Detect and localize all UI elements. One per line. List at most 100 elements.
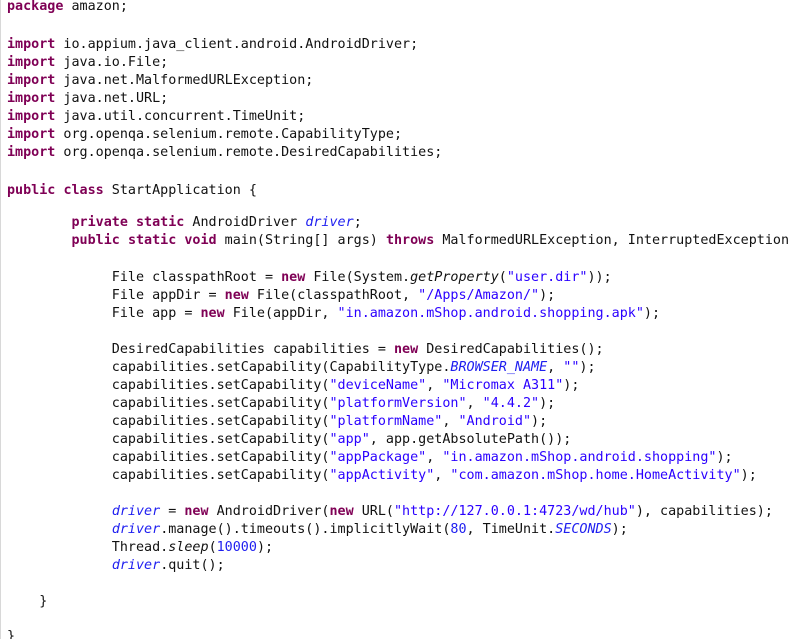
code-text: Thread.: [7, 540, 169, 555]
code-text: .quit();: [160, 558, 225, 573]
code-text: File(classpathRoot,: [248, 288, 419, 303]
code-keyword: private: [71, 215, 128, 230]
code-line[interactable]: import java.net.MalformedURLException;: [7, 72, 800, 90]
code-keyword: new: [281, 270, 306, 285]
code-keyword: new: [224, 288, 249, 303]
code-text: ,: [426, 450, 443, 465]
code-line[interactable]: }: [7, 593, 800, 611]
code-text: );: [611, 522, 628, 537]
code-string: "platformName": [329, 414, 443, 429]
code-line[interactable]: File appDir = new File(classpathRoot, "/…: [7, 287, 800, 305]
code-line[interactable]: capabilities.setCapability(CapabilityTyp…: [7, 359, 800, 377]
code-keyword: import: [7, 73, 56, 88]
code-line[interactable]: import org.openqa.selenium.remote.Desire…: [7, 144, 800, 162]
code-text: capabilities.setCapability(: [7, 468, 330, 483]
code-line[interactable]: DesiredCapabilities capabilities = new D…: [7, 341, 800, 359]
code-number: 10000: [216, 540, 257, 555]
code-keyword: import: [7, 37, 56, 52]
code-line[interactable]: }: [7, 628, 800, 639]
code-text: );: [563, 378, 580, 393]
code-line[interactable]: [7, 164, 800, 182]
code-text: , TimeUnit.: [466, 522, 556, 537]
code-keyword: static: [136, 215, 185, 230]
code-text: , app.getAbsolutePath());: [369, 432, 572, 447]
code-line[interactable]: [7, 323, 800, 341]
code-line[interactable]: public class StartApplication {: [7, 182, 800, 200]
code-line[interactable]: File app = new File(appDir, "in.amazon.m…: [7, 305, 800, 323]
code-text: capabilities.setCapability(: [7, 396, 330, 411]
code-keyword: new: [200, 306, 225, 321]
code-keyword: public: [7, 183, 56, 198]
code-text: ,: [547, 360, 564, 375]
code-text: DesiredCapabilities();: [418, 342, 604, 357]
code-text: sleep: [168, 540, 209, 555]
code-keyword: import: [7, 127, 56, 142]
code-text: java.net.MalformedURLException;: [55, 73, 314, 88]
code-line[interactable]: capabilities.setCapability("appPackage",…: [7, 449, 800, 467]
code-line[interactable]: import java.util.concurrent.TimeUnit;: [7, 108, 800, 126]
code-text: DesiredCapabilities capabilities =: [7, 342, 394, 357]
code-line[interactable]: Thread.sleep(10000);: [7, 539, 800, 557]
code-keyword: new: [329, 504, 354, 519]
code-keyword: void: [184, 233, 217, 248]
code-text: (: [498, 270, 507, 285]
code-keyword: public: [71, 233, 120, 248]
code-line[interactable]: driver.manage().timeouts().implicitlyWai…: [7, 521, 800, 539]
code-line[interactable]: import org.openqa.selenium.remote.Capabi…: [7, 126, 800, 144]
code-line[interactable]: capabilities.setCapability("platformName…: [7, 413, 800, 431]
code-line[interactable]: private static AndroidDriver driver;: [7, 214, 800, 232]
code-text: main(String[] args): [216, 233, 386, 248]
code-string: "in.amazon.mShop.android.shopping": [442, 450, 717, 465]
code-line[interactable]: [7, 575, 800, 593]
code-string: "user.dir": [506, 270, 588, 285]
code-text: io.appium.java_client.android.AndroidDri…: [55, 37, 419, 52]
code-field: SECONDS: [555, 522, 612, 537]
code-text: }: [7, 594, 48, 609]
code-text: ,: [426, 378, 443, 393]
code-editor[interactable]: package amazon; import io.appium.java_cli…: [0, 0, 800, 639]
code-keyword: import: [7, 55, 56, 70]
code-text: capabilities.setCapability(: [7, 432, 330, 447]
code-text: (: [208, 540, 217, 555]
code-line[interactable]: capabilities.setCapability("platformVers…: [7, 395, 800, 413]
code-line[interactable]: File classpathRoot = new File(System.get…: [7, 269, 800, 287]
code-line[interactable]: [7, 250, 800, 268]
code-line[interactable]: [7, 485, 800, 503]
code-text: );: [256, 540, 274, 555]
code-line[interactable]: import java.net.URL;: [7, 90, 800, 108]
code-text: StartApplication {: [103, 183, 257, 198]
code-text: ,: [466, 396, 483, 411]
code-line[interactable]: [7, 16, 800, 34]
code-number: 80: [450, 522, 467, 537]
code-string: "": [563, 360, 580, 375]
code-line[interactable]: [7, 610, 800, 628]
code-text: );: [539, 396, 556, 411]
code-text: AndroidDriver(: [208, 504, 330, 519]
code-string: "app": [329, 432, 370, 447]
code-line[interactable]: package amazon;: [7, 0, 800, 16]
code-text: );: [643, 306, 661, 321]
code-line[interactable]: driver.quit();: [7, 557, 800, 575]
code-line[interactable]: import io.appium.java_client.android.And…: [7, 36, 800, 54]
code-line[interactable]: public static void main(String[] args) t…: [7, 232, 800, 250]
code-line[interactable]: capabilities.setCapability("app", app.ge…: [7, 431, 800, 449]
code-text: URL(: [353, 504, 394, 519]
code-text: amazon;: [63, 0, 128, 14]
code-field: driver: [111, 558, 161, 573]
code-line[interactable]: capabilities.setCapability("appActivity"…: [7, 467, 800, 485]
code-string: "4.4.2": [482, 396, 540, 411]
code-string: "in.amazon.mShop.android.shopping.apk": [337, 306, 644, 321]
code-line[interactable]: capabilities.setCapability("deviceName",…: [7, 377, 800, 395]
code-text: ;: [353, 215, 362, 230]
code-line[interactable]: import java.io.File;: [7, 54, 800, 72]
code-keyword: throws: [385, 233, 435, 248]
code-text: org.openqa.selenium.remote.DesiredCapabi…: [55, 145, 443, 160]
code-string: "com.amazon.mShop.home.HomeActivity": [450, 468, 741, 483]
code-text: ,: [434, 468, 451, 483]
code-line[interactable]: driver = new AndroidDriver(new URL("http…: [7, 503, 800, 521]
